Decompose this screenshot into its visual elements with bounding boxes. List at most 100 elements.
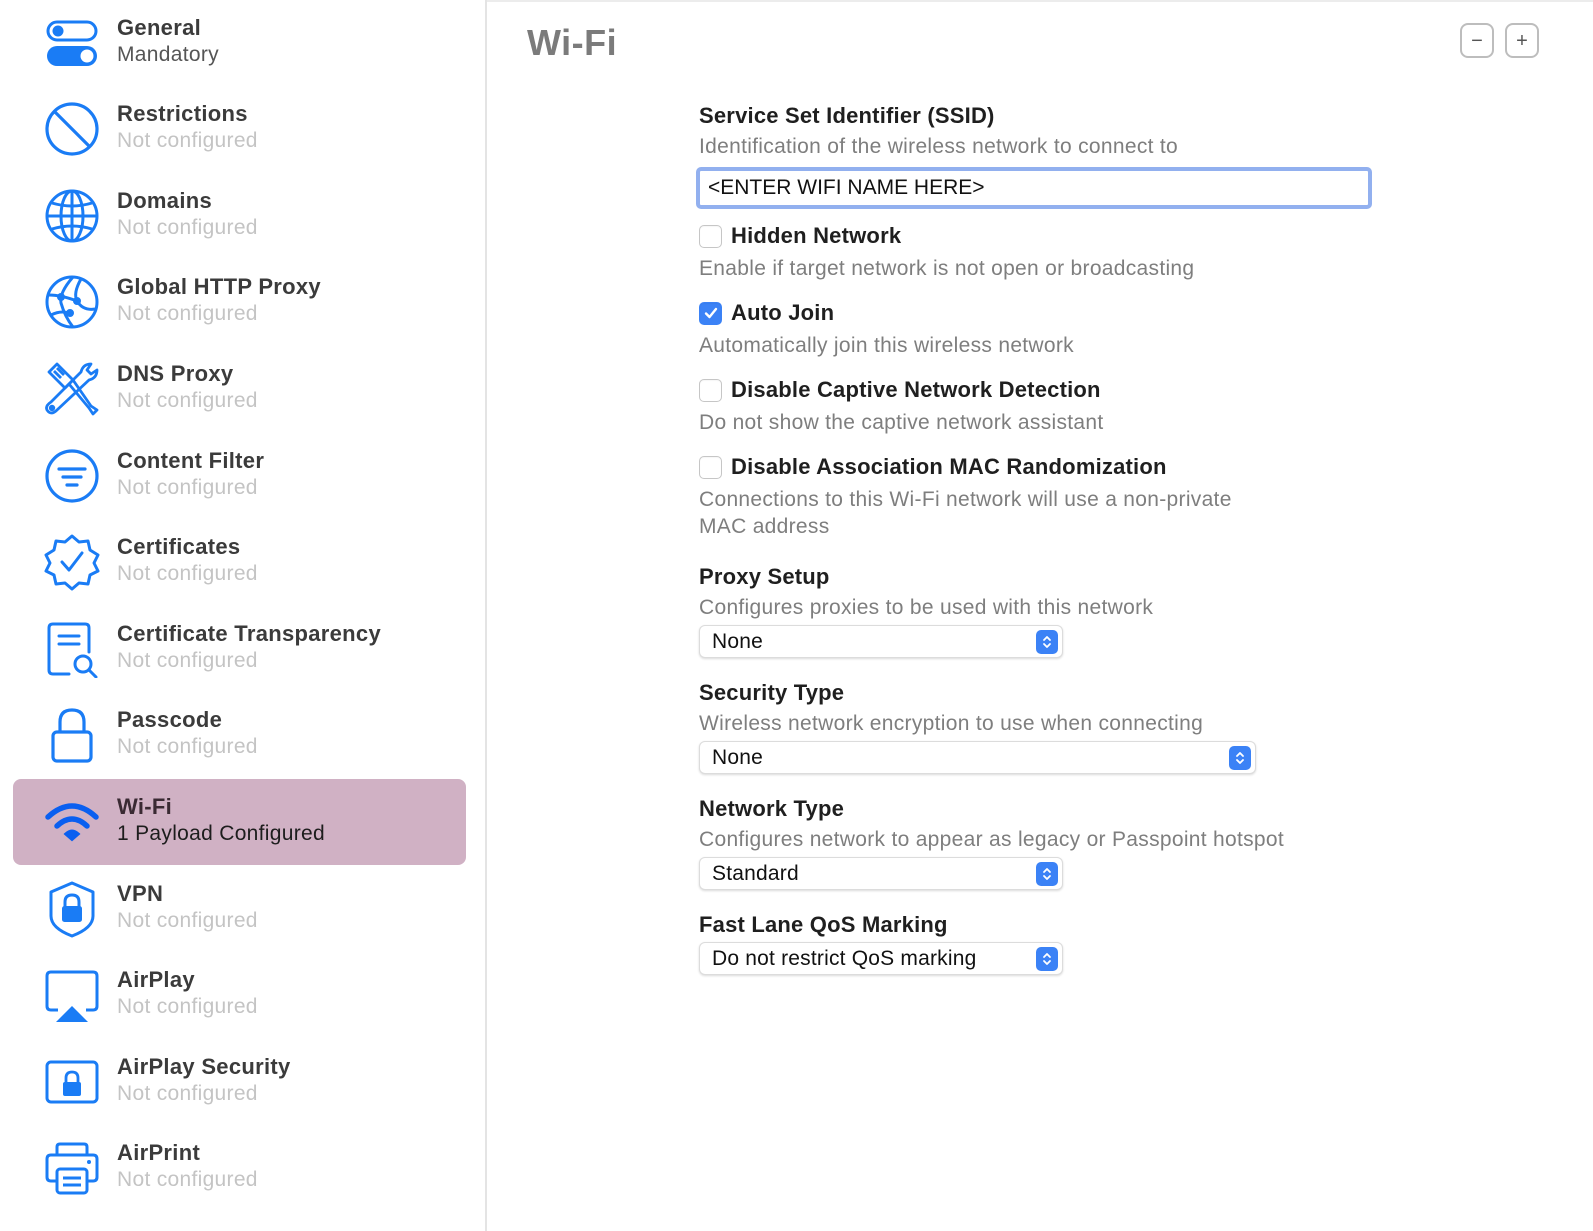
- globe-icon: [43, 187, 101, 245]
- hidden-network-row: Hidden Network: [699, 223, 901, 249]
- sidebar-item-dns-proxy[interactable]: DNS Proxy Not configured: [13, 346, 466, 432]
- sidebar-item-status: Not configured: [117, 129, 258, 152]
- document-search-icon: [43, 620, 101, 678]
- remove-payload-button[interactable]: −: [1460, 23, 1494, 58]
- sidebar-item-domains[interactable]: Domains Not configured: [13, 173, 466, 259]
- chevron-up-down-icon: [1036, 947, 1058, 971]
- chevron-up-down-icon: [1229, 746, 1251, 770]
- sidebar-item-global-http-proxy[interactable]: Global HTTP Proxy Not configured: [13, 259, 466, 345]
- filter-icon: [43, 447, 101, 505]
- sidebar-item-status: Not configured: [117, 909, 258, 932]
- sidebar-item-status: Not configured: [117, 1082, 258, 1105]
- security-type-select[interactable]: None: [699, 741, 1256, 774]
- sidebar-item-title: AirPrint: [117, 1140, 201, 1165]
- disable-mac-random-row: Disable Association MAC Randomization: [699, 454, 1167, 480]
- sidebar-item-status: 1 Payload Configured: [117, 822, 325, 845]
- sidebar-item-status: Not configured: [117, 476, 258, 499]
- fast-lane-label: Fast Lane QoS Marking: [699, 912, 948, 937]
- auto-join-description: Automatically join this wireless network: [699, 334, 1074, 357]
- network-type-description: Configures network to appear as legacy o…: [699, 828, 1285, 851]
- ssid-description: Identification of the wireless network t…: [699, 135, 1179, 158]
- sidebar-item-status: Not configured: [117, 389, 258, 412]
- security-type-description: Wireless network encryption to use when …: [699, 712, 1204, 735]
- sidebar-item-status: Not configured: [117, 1168, 258, 1191]
- checkmark-icon: [704, 307, 717, 319]
- page-title: Wi-Fi: [527, 22, 618, 63]
- proxy-setup-label: Proxy Setup: [699, 564, 830, 589]
- disable-captive-label: Disable Captive Network Detection: [731, 377, 1101, 402]
- hidden-network-label: Hidden Network: [731, 223, 902, 248]
- fast-lane-value: Do not restrict QoS marking: [712, 946, 977, 970]
- sidebar-item-passcode[interactable]: Passcode Not configured: [13, 692, 466, 778]
- network-type-select[interactable]: Standard: [699, 857, 1063, 890]
- sidebar-item-title: VPN: [117, 881, 164, 906]
- sidebar-item-airplay-security[interactable]: AirPlay Security Not configured: [13, 1039, 466, 1125]
- proxy-setup-select[interactable]: None: [699, 625, 1063, 658]
- sidebar-item-title: Global HTTP Proxy: [117, 274, 321, 299]
- network-type-value: Standard: [712, 861, 799, 885]
- wifi-icon: [43, 793, 101, 851]
- proxy-setup-value: None: [712, 629, 764, 653]
- hidden-network-checkbox[interactable]: [699, 224, 722, 248]
- chevron-up-down-icon: [1036, 862, 1058, 886]
- sidebar-item-airplay[interactable]: AirPlay Not configured: [13, 952, 466, 1038]
- sidebar-item-title: AirPlay: [117, 967, 195, 992]
- disable-captive-row: Disable Captive Network Detection: [699, 377, 1101, 403]
- lock-shield-icon: [43, 880, 101, 938]
- airplay-lock-icon: [43, 1053, 101, 1111]
- sidebar-item-certificate-transparency[interactable]: Certificate Transparency Not configured: [13, 606, 466, 692]
- tools-icon: [43, 360, 101, 418]
- fast-lane-select[interactable]: Do not restrict QoS marking: [699, 942, 1063, 975]
- sidebar-item-content-filter[interactable]: Content Filter Not configured: [13, 433, 466, 519]
- chevron-up-down-icon: [1036, 630, 1058, 654]
- payload-detail-pane: Wi-Fi − + Service Set Identifier (SSID) …: [489, 0, 1593, 1231]
- sidebar-item-title: Restrictions: [117, 101, 248, 126]
- prohibited-icon: [43, 100, 101, 158]
- airplay-icon: [43, 966, 101, 1024]
- ssid-input[interactable]: [696, 167, 1372, 209]
- disable-mac-random-label: Disable Association MAC Randomization: [731, 454, 1167, 479]
- sidebar-item-status: Not configured: [117, 995, 258, 1018]
- add-payload-button[interactable]: +: [1505, 23, 1539, 58]
- disable-captive-description: Do not show the captive network assistan…: [699, 411, 1104, 434]
- sidebar-item-restrictions[interactable]: Restrictions Not configured: [13, 86, 466, 172]
- sidebar-item-status: Not configured: [117, 562, 258, 585]
- proxy-setup-description: Configures proxies to be used with this …: [699, 596, 1154, 619]
- sidebar-item-status: Not configured: [117, 649, 258, 672]
- toggles-icon: [43, 14, 101, 72]
- disable-mac-random-description-line2: MAC address: [699, 515, 830, 538]
- sidebar-item-title: Certificate Transparency: [117, 621, 381, 646]
- sidebar-item-title: AirPlay Security: [117, 1054, 291, 1079]
- ssid-label: Service Set Identifier (SSID): [699, 103, 995, 128]
- sidebar-item-vpn[interactable]: VPN Not configured: [13, 866, 466, 952]
- network-globe-icon: [43, 273, 101, 331]
- sidebar-item-airprint[interactable]: AirPrint Not configured: [13, 1125, 466, 1211]
- network-type-label: Network Type: [699, 796, 845, 821]
- sidebar-item-title: DNS Proxy: [117, 361, 234, 386]
- sidebar-item-general[interactable]: General Mandatory: [13, 0, 466, 86]
- sidebar-item-title: Certificates: [117, 534, 241, 559]
- auto-join-label: Auto Join: [731, 300, 835, 325]
- lock-icon: [43, 706, 101, 764]
- auto-join-checkbox[interactable]: [699, 301, 722, 325]
- sidebar-item-title: Passcode: [117, 707, 223, 732]
- security-type-value: None: [712, 745, 764, 769]
- disable-captive-checkbox[interactable]: [699, 378, 722, 402]
- disable-mac-random-checkbox[interactable]: [699, 455, 722, 479]
- disable-mac-random-description-line1: Connections to this Wi-Fi network will u…: [699, 488, 1232, 511]
- sidebar-item-wifi[interactable]: Wi-Fi 1 Payload Configured: [13, 779, 466, 865]
- sidebar-item-status: Not configured: [117, 735, 258, 758]
- sidebar-item-title: General: [117, 15, 202, 40]
- sidebar-item-status: Mandatory: [117, 43, 219, 66]
- sidebar-item-title: Content Filter: [117, 448, 265, 473]
- security-type-label: Security Type: [699, 680, 845, 705]
- sidebar-item-title: Domains: [117, 188, 213, 213]
- payload-sidebar: General Mandatory Restrictions Not confi…: [0, 0, 487, 1231]
- sidebar-item-certificates[interactable]: Certificates Not configured: [13, 519, 466, 605]
- sidebar-item-status: Not configured: [117, 302, 258, 325]
- auto-join-row: Auto Join: [699, 300, 834, 326]
- sidebar-item-title: Wi-Fi: [117, 794, 173, 819]
- hidden-network-description: Enable if target network is not open or …: [699, 257, 1195, 280]
- checkmark-seal-icon: [43, 533, 101, 591]
- sidebar-item-status: Not configured: [117, 216, 258, 239]
